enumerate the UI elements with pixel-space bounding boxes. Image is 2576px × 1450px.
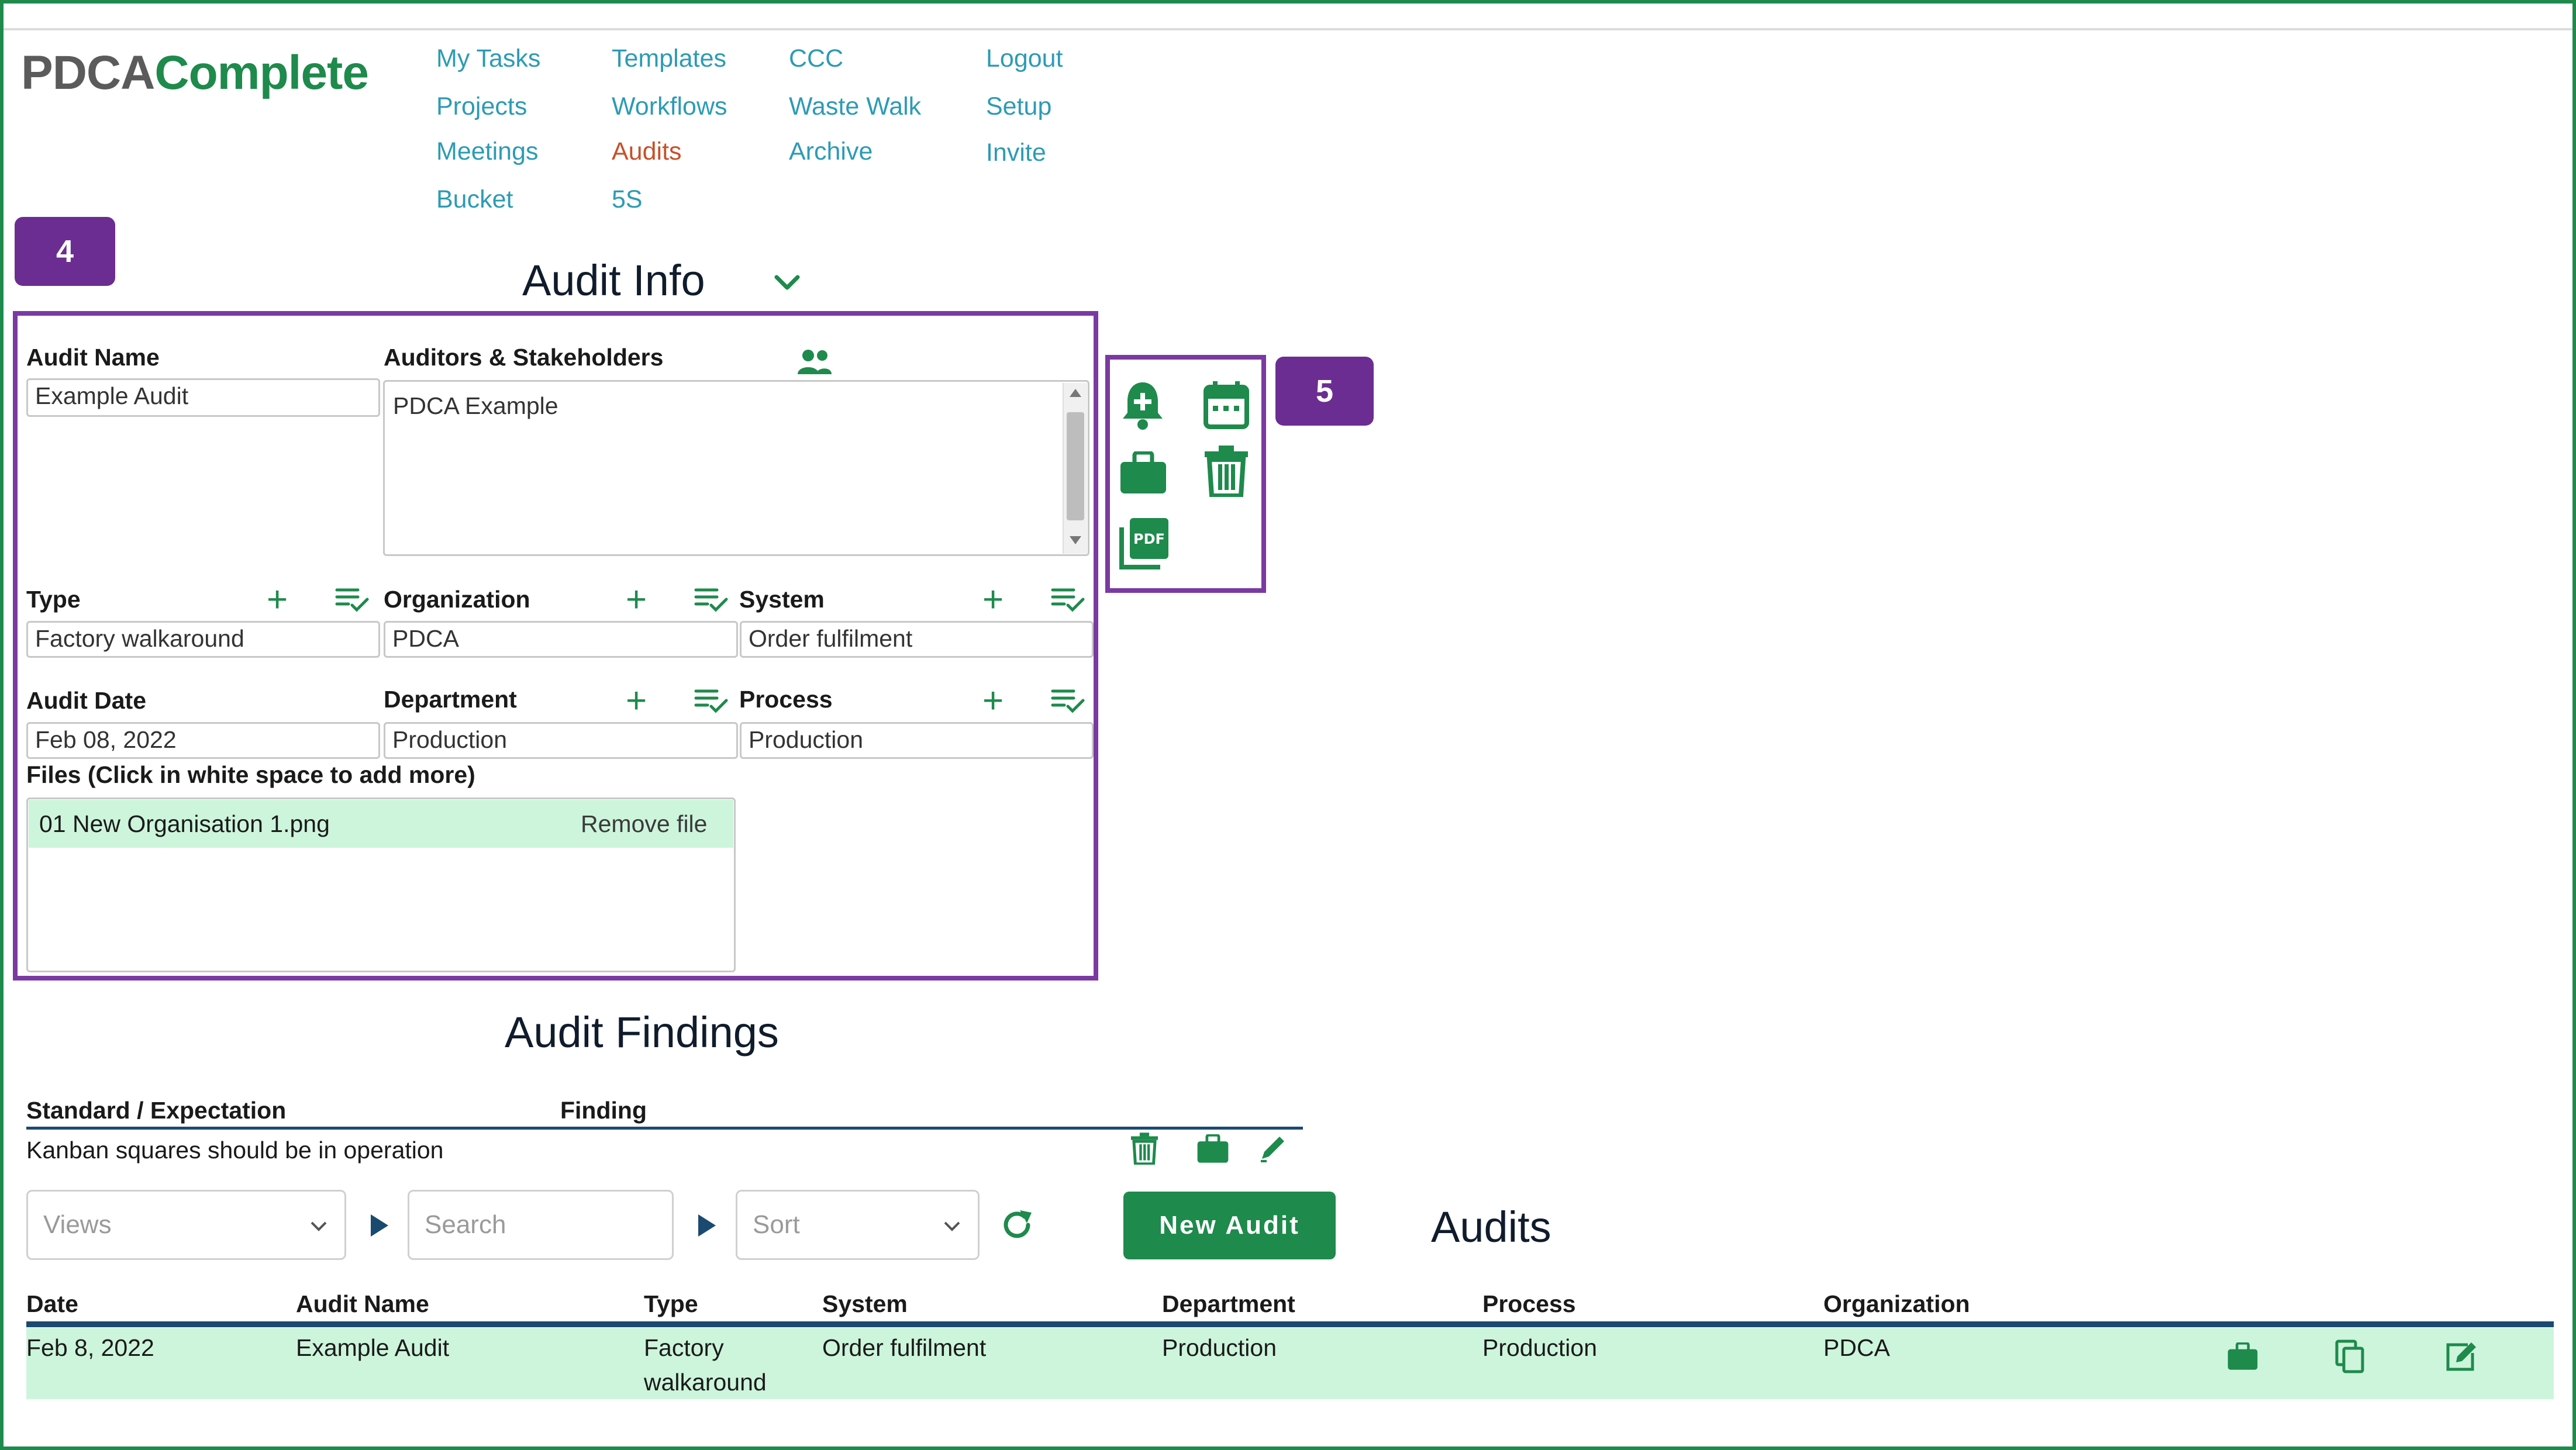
views-apply-play-icon[interactable] [368,1213,389,1241]
cell-type-line1: Factory [644,1334,724,1361]
department-input[interactable]: Production [384,722,738,759]
remove-file-link[interactable]: Remove file [581,810,707,838]
audits-header-divider [26,1321,2554,1327]
row-copy-icon[interactable] [2334,1339,2365,1377]
nav-audits[interactable]: Audits [612,137,682,166]
col-header-audit-name[interactable]: Audit Name [296,1290,429,1318]
calendar-icon[interactable] [1203,381,1249,432]
annotation-badge-4: 4 [15,217,115,286]
search-input[interactable]: Search [408,1190,674,1260]
nav-setup[interactable]: Setup [986,92,1051,121]
views-placeholder: Views [43,1210,112,1239]
department-label: Department [384,686,517,713]
bell-plus-icon[interactable] [1119,379,1166,434]
audit-name-label: Audit Name [26,344,160,371]
views-chevron-down-icon [308,1210,329,1240]
system-label: System [739,586,825,613]
cell-date: Feb 8, 2022 [26,1334,154,1361]
briefcase-icon[interactable] [1119,450,1167,498]
app-logo[interactable]: PDCAComplete [21,46,369,101]
organization-add-icon[interactable]: + [626,582,647,618]
system-add-icon[interactable]: + [982,582,1003,618]
svg-text:PDF: PDF [1133,531,1165,547]
nav-invite[interactable]: Invite [986,139,1046,167]
process-add-icon[interactable]: + [982,683,1003,719]
nav-workflows[interactable]: Workflows [612,92,727,121]
cell-organization: PDCA [1823,1334,1890,1361]
nav-waste-walk[interactable]: Waste Walk [789,92,921,121]
organization-list-check-icon[interactable] [694,586,729,615]
nav-ccc[interactable]: CCC [789,44,843,73]
nav-archive[interactable]: Archive [789,137,873,166]
col-header-type[interactable]: Type [644,1290,698,1318]
finding-edit-icon[interactable] [1257,1132,1289,1166]
organization-label: Organization [384,586,530,613]
audit-findings-title: Audit Findings [505,1008,779,1057]
cell-system: Order fulfilment [822,1334,987,1361]
row-edit-icon[interactable] [2443,1339,2480,1376]
file-name[interactable]: 01 New Organisation 1.png [39,810,330,838]
nav-templates[interactable]: Templates [612,44,726,73]
nav-bucket[interactable]: Bucket [436,185,513,214]
annotation-badge-5: 5 [1275,357,1374,426]
sort-chevron-down-icon [942,1210,963,1240]
trash-icon[interactable] [1203,444,1249,500]
people-icon[interactable] [794,345,835,378]
type-list-check-icon[interactable] [334,586,370,615]
nav-logout[interactable]: Logout [986,44,1063,73]
system-input[interactable]: Order fulfilment [740,621,1094,658]
new-audit-button[interactable]: New Audit [1123,1192,1336,1259]
audit-date-input[interactable]: Feb 08, 2022 [26,722,380,759]
sort-select[interactable]: Sort [736,1190,980,1260]
audit-info-title: Audit Info [522,256,705,305]
department-list-check-icon[interactable] [694,688,729,716]
sort-placeholder: Sort [753,1210,800,1239]
auditors-value: PDCA Example [393,392,558,419]
auditors-label: Auditors & Stakeholders [384,344,664,371]
audit-name-input[interactable]: Example Audit [26,378,380,417]
process-label: Process [739,686,833,713]
col-header-system[interactable]: System [822,1290,908,1318]
system-list-check-icon[interactable] [1050,586,1085,615]
col-header-date[interactable]: Date [26,1290,78,1318]
top-divider [4,28,2572,30]
search-placeholder: Search [425,1210,506,1239]
cell-department: Production [1162,1334,1277,1361]
finding-trash-icon[interactable] [1130,1132,1159,1168]
findings-row-standard: Kanban squares should be in operation [26,1137,444,1164]
findings-col-standard: Standard / Expectation [26,1097,287,1124]
type-label: Type [26,586,81,613]
audit-date-label: Audit Date [26,687,146,714]
row-briefcase-icon[interactable] [2227,1342,2258,1373]
department-add-icon[interactable]: + [626,683,647,719]
cell-audit-name: Example Audit [296,1334,450,1361]
nav-meetings[interactable]: Meetings [436,137,538,166]
views-select[interactable]: Views [26,1190,346,1260]
col-header-department[interactable]: Department [1162,1290,1295,1318]
audits-title: Audits [1431,1203,1551,1251]
type-add-icon[interactable]: + [267,582,288,618]
cell-type-line2: walkaround [644,1369,767,1396]
cell-process: Production [1482,1334,1598,1361]
type-input[interactable]: Factory walkaround [26,621,380,658]
nav-projects[interactable]: Projects [436,92,527,121]
auditors-scrollbar[interactable] [1063,383,1087,554]
pdf-icon[interactable]: PDF [1118,516,1171,574]
search-apply-play-icon[interactable] [696,1213,717,1241]
process-list-check-icon[interactable] [1050,688,1085,716]
nav-5s[interactable]: 5S [612,185,643,214]
refresh-icon[interactable] [999,1207,1035,1246]
organization-input[interactable]: PDCA [384,621,738,658]
finding-briefcase-icon[interactable] [1196,1133,1229,1166]
findings-col-finding: Finding [560,1097,647,1124]
chevron-down-icon[interactable] [770,268,805,297]
files-label: Files (Click in white space to add more) [26,761,475,788]
nav-my-tasks[interactable]: My Tasks [436,44,540,73]
col-header-organization[interactable]: Organization [1823,1290,1970,1318]
findings-header-divider [26,1127,1303,1130]
auditors-textarea[interactable]: PDCA Example [383,380,1089,556]
process-input[interactable]: Production [740,722,1094,759]
col-header-process[interactable]: Process [1482,1290,1576,1318]
